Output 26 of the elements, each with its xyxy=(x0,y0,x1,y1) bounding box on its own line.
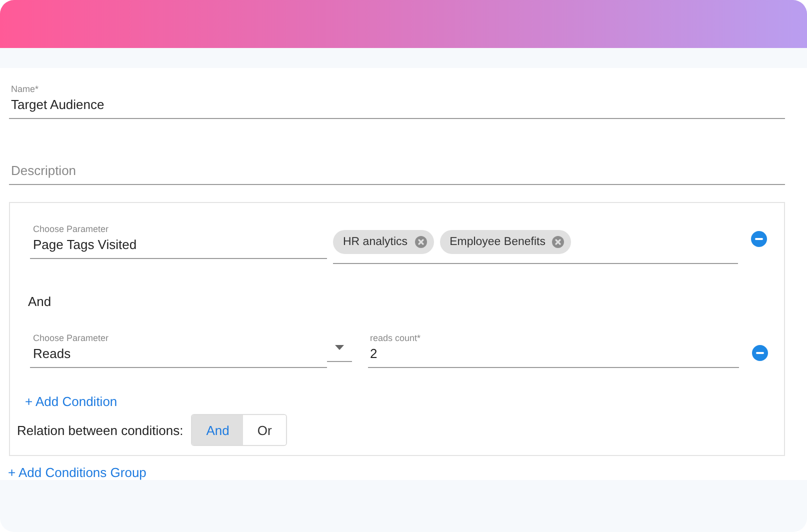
field-label: reads count* xyxy=(370,333,422,344)
remove-condition-icon[interactable] xyxy=(752,345,768,361)
parameter-field[interactable]: Choose Parameter Reads xyxy=(30,333,327,368)
add-conditions-group-link[interactable]: + Add Conditions Group xyxy=(8,465,146,480)
count-field[interactable]: reads count* 2 xyxy=(368,333,739,368)
dropdown-caret-icon[interactable] xyxy=(335,344,344,350)
parameter-field[interactable]: Choose Parameter Page Tags Visited xyxy=(30,224,327,259)
add-condition-link[interactable]: + Add Condition xyxy=(25,394,118,409)
tag-chip: Employee Benefits xyxy=(440,230,572,254)
remove-condition-icon[interactable] xyxy=(751,231,767,247)
tags-field[interactable]: HR analytics Employee Benefits xyxy=(333,224,738,264)
relation-label: Relation between conditions: xyxy=(17,422,184,438)
field-label: Choose Parameter xyxy=(33,224,110,235)
remove-icon[interactable] xyxy=(552,236,564,248)
tag-chip: HR analytics xyxy=(333,230,434,254)
field-label: Name* xyxy=(11,84,40,95)
name-field[interactable]: Name* Target Audience xyxy=(9,84,785,119)
field-value: Reads xyxy=(33,345,72,362)
remove-icon[interactable] xyxy=(414,236,427,248)
connector-label: And xyxy=(28,294,52,309)
description-field[interactable]: Description xyxy=(9,150,785,185)
field-label: Choose Parameter xyxy=(33,333,110,344)
field-value: Target Audience xyxy=(11,96,106,113)
field-placeholder: Description xyxy=(11,162,78,179)
field-value: Page Tags Visited xyxy=(33,236,138,253)
field-value: 2 xyxy=(370,345,378,362)
